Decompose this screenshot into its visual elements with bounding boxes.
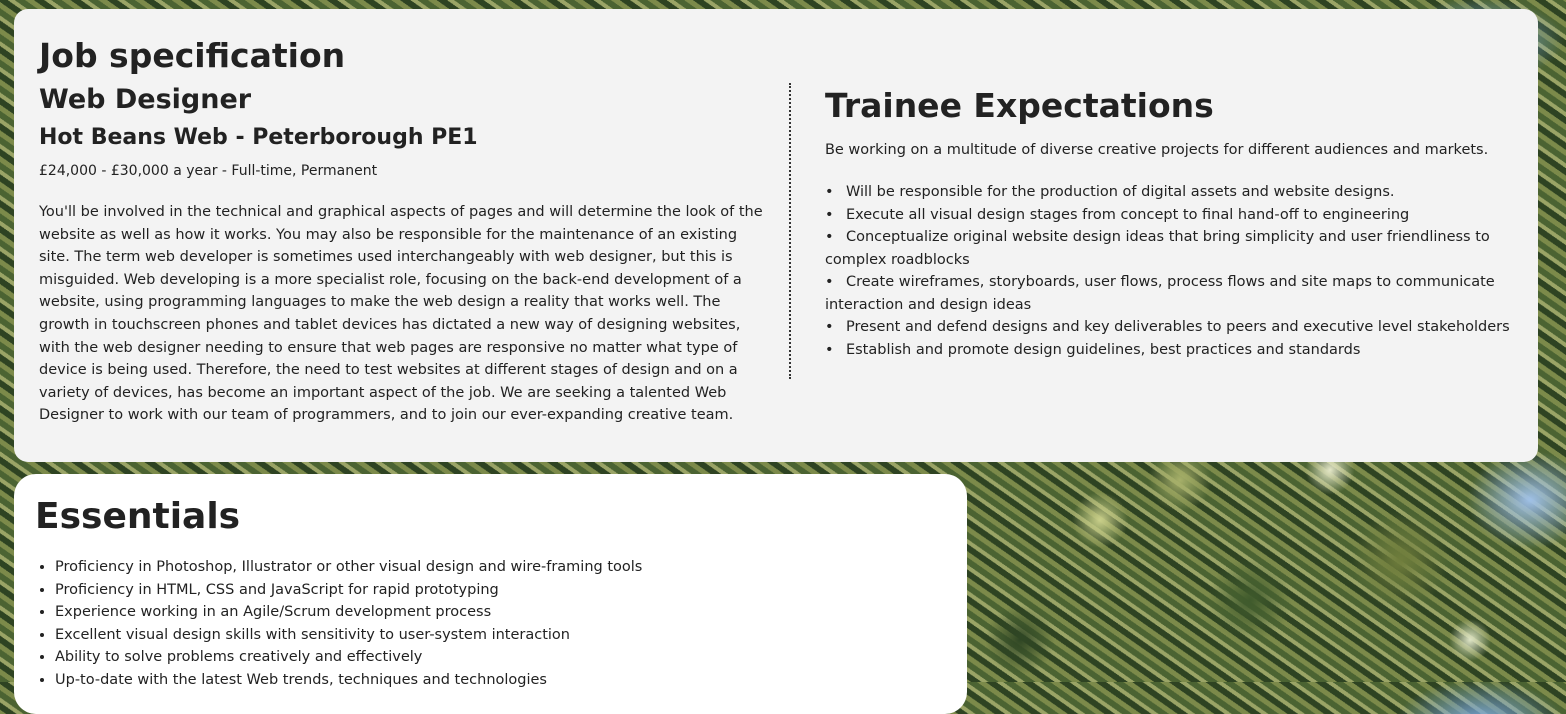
list-item: Proficiency in Photoshop, Illustrator or… — [55, 556, 946, 579]
list-item: Proficiency in HTML, CSS and JavaScript … — [55, 579, 946, 602]
list-item: Execute all visual design stages from co… — [825, 204, 1513, 227]
job-description: You'll be involved in the technical and … — [39, 204, 763, 424]
salary-info: £24,000 - £30,000 a year - Full-time, Pe… — [39, 163, 378, 179]
job-specification-panel: Job specification Web Designer Hot Beans… — [14, 9, 1538, 462]
trainee-intro: Be working on a multitude of diverse cre… — [824, 142, 1489, 158]
trainee-expectations-list: Will be responsible for the production o… — [825, 181, 1513, 361]
job-spec-columns: Web Designer Hot Beans Web - Peterboroug… — [39, 83, 1513, 427]
job-details-column: Web Designer Hot Beans Web - Peterboroug… — [39, 83, 787, 427]
essentials-list: Proficiency in Photoshop, Illustrator or… — [35, 556, 946, 691]
list-item: Will be responsible for the production o… — [825, 181, 1513, 204]
list-item: Conceptualize original website design id… — [825, 226, 1513, 271]
column-divider — [789, 83, 791, 379]
page-title: Job specification — [39, 36, 346, 75]
trainee-expectations-column: Trainee Expectations Be working on a mul… — [787, 83, 1513, 427]
list-item: Up-to-date with the latest Web trends, t… — [55, 669, 946, 692]
essentials-panel: Essentials Proficiency in Photoshop, Ill… — [14, 474, 967, 714]
list-item: Present and defend designs and key deliv… — [825, 316, 1513, 339]
essentials-heading: Essentials — [35, 496, 241, 537]
list-item: Experience working in an Agile/Scrum dev… — [55, 601, 946, 624]
list-item: Excellent visual design skills with sens… — [55, 624, 946, 647]
company-location: Hot Beans Web - Peterborough PE1 — [39, 125, 478, 150]
list-item: Establish and promote design guidelines,… — [825, 339, 1513, 362]
trainee-expectations-heading: Trainee Expectations — [824, 86, 1214, 125]
job-title: Web Designer — [39, 84, 252, 115]
list-item: Ability to solve problems creatively and… — [55, 646, 946, 669]
list-item: Create wireframes, storyboards, user flo… — [825, 271, 1513, 316]
